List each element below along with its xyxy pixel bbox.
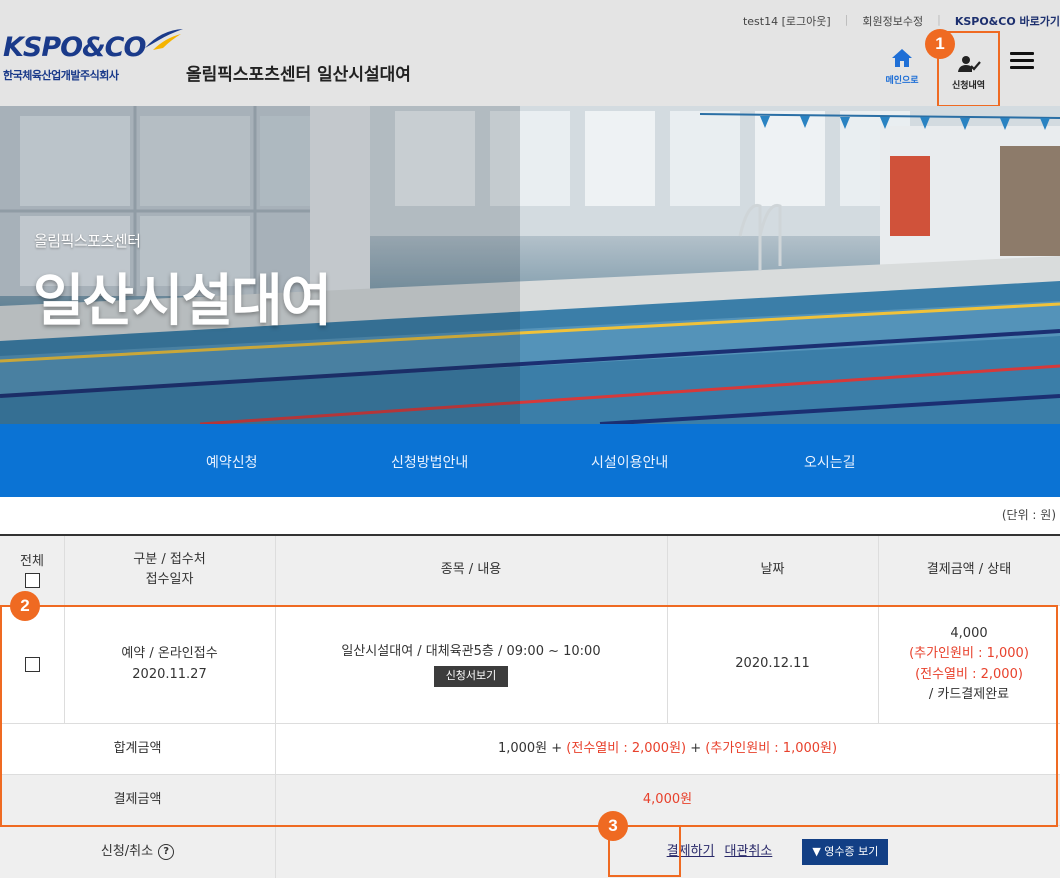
row-type-cell: 예약 / 온라인접수 2020.11.27: [64, 606, 275, 723]
row-status: / 카드결제완료: [928, 686, 1010, 702]
logo-brand: KSPO&CO: [3, 32, 146, 63]
grid-line: [0, 825, 1060, 826]
site-header: test14 [로그아웃] | 회원정보수정 | KSPO&CO 바로가기 KS…: [0, 0, 1060, 107]
user-check-icon: [957, 56, 981, 72]
header-payment: 결제금액 / 상태: [926, 561, 1012, 577]
annotation-badge-3: 3: [598, 811, 628, 841]
row-item-cell: 일산시설대여 / 대체육관5층 / 09:00 ~ 10:00 신청서보기: [275, 606, 667, 723]
header-item: 종목 / 내용: [440, 561, 502, 577]
grid-line: [275, 536, 276, 878]
row-type: 예약 / 온라인접수: [121, 646, 218, 662]
nav-item-facility-guide[interactable]: 시설이용안내: [591, 452, 668, 472]
row-received-date: 2020.11.27: [132, 666, 207, 682]
grid-line: [0, 605, 1060, 606]
total-label: 합계금액: [113, 740, 162, 756]
grid-line: [0, 774, 1060, 775]
total-heating: (전수열비 : 2,000원): [566, 740, 687, 756]
total-value: 1,000원 + (전수열비 : 2,000원) + (추가인원비 : 1,00…: [275, 724, 1060, 774]
receipt-button[interactable]: ▼ 영수증 보기: [802, 839, 889, 865]
header-date: 날짜: [760, 561, 785, 577]
grid-line: [64, 536, 65, 723]
logout-link[interactable]: test14 [로그아웃]: [743, 13, 831, 29]
row-heating-fee: (전수열비 : 2,000): [915, 666, 1023, 682]
logo-company-name: 한국체육산업개발주식회사: [3, 69, 119, 82]
total-extra: (추가인원비 : 1,000원): [705, 740, 838, 756]
action-buttons: 결제하기 대관취소 ▼ 영수증 보기: [275, 826, 1060, 878]
home-icon: [892, 49, 912, 67]
cancel-rental-link[interactable]: 대관취소: [724, 842, 772, 862]
divider: |: [844, 13, 849, 26]
select-all-label: 전체: [20, 554, 44, 570]
top-links: test14 [로그아웃] | 회원정보수정 | KSPO&CO 바로가기: [743, 13, 1060, 29]
home-label: 메인으로: [885, 76, 919, 86]
nav-item-application-guide[interactable]: 신청방법안내: [391, 452, 468, 472]
table-top-border: [0, 534, 1060, 536]
home-button[interactable]: 메인으로: [882, 48, 922, 88]
hero-title: 일산시설대여: [33, 269, 332, 334]
row-select: [0, 606, 64, 723]
nav-item-reservation[interactable]: 예약신청: [206, 452, 258, 472]
unit-note: (단위 : 원): [1001, 508, 1056, 522]
logo-swoosh-icon: [145, 29, 183, 50]
annotation-badge-1: 1: [925, 29, 955, 59]
divider: |: [937, 13, 941, 26]
hero-banner: 올림픽스포츠센터 일산시설대여: [0, 106, 1060, 424]
row-amount: 4,000: [950, 626, 988, 642]
row-payment-cell: 4,000 (추가인원비 : 1,000) (전수열비 : 2,000) / 카…: [878, 606, 1060, 723]
hamburger-menu-icon[interactable]: [1010, 52, 1034, 72]
help-icon[interactable]: ?: [158, 844, 175, 860]
total-plus: +: [686, 740, 706, 756]
kspo-logo[interactable]: KSPO&CO 한국체육산업개발주식회사: [3, 28, 183, 88]
edit-profile-link[interactable]: 회원정보수정: [862, 13, 923, 29]
site-title: 올림픽스포츠센터 일산시설대여: [186, 65, 411, 85]
action-label-cell: 신청/취소 ?: [0, 826, 275, 878]
paid-label: 결제금액: [113, 791, 162, 807]
grid-line: [667, 536, 668, 723]
pay-link[interactable]: 결제하기: [667, 842, 715, 862]
kspo-shortcut-link[interactable]: KSPO&CO 바로가기: [955, 13, 1060, 29]
header-type: 구분 / 접수처 접수일자: [64, 538, 275, 602]
paid-value: 4,000원: [642, 791, 693, 807]
view-application-button[interactable]: 신청서보기: [433, 666, 509, 687]
grid-line: [0, 723, 1060, 724]
grid-line: [878, 536, 879, 723]
action-label: 신청/취소: [100, 843, 154, 859]
header-type-line2: 접수일자: [145, 572, 194, 587]
menu-bar: [1010, 59, 1034, 62]
apply-history-label: 신청내역: [951, 81, 986, 91]
row-checkbox[interactable]: [24, 657, 40, 672]
main-nav: 예약신청 신청방법안내 시설이용안내 오시는길: [0, 424, 1060, 497]
select-all-checkbox[interactable]: [24, 572, 40, 588]
header-type-line1: 구분 / 접수처: [133, 551, 206, 567]
row-date: 2020.12.11: [735, 656, 810, 672]
row-item: 일산시설대여 / 대체육관5층 / 09:00 ~ 10:00: [341, 644, 601, 660]
nav-item-directions[interactable]: 오시는길: [804, 452, 856, 472]
menu-bar: [1010, 52, 1034, 55]
total-base: 1,000원 +: [497, 740, 567, 756]
menu-bar: [1010, 66, 1034, 69]
hero-subtitle: 올림픽스포츠센터: [34, 232, 141, 250]
row-extra-person-fee: (추가인원비 : 1,000): [909, 646, 1029, 662]
annotation-badge-2: 2: [10, 591, 40, 621]
